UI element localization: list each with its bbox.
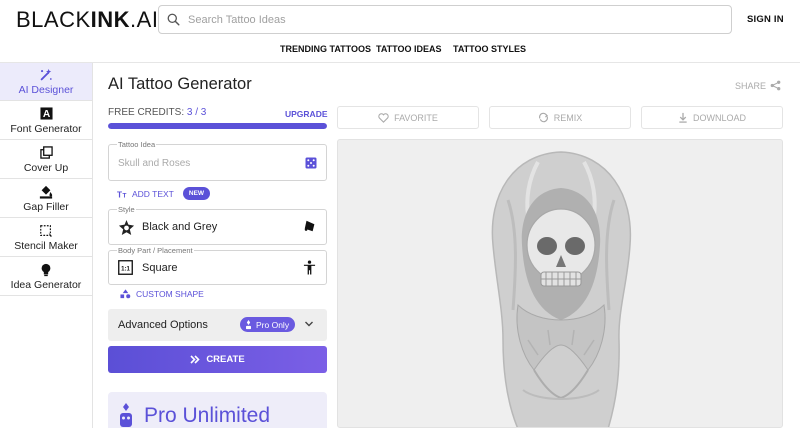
- nav-trending-tattoos[interactable]: TRENDING TATTOOS: [280, 44, 371, 54]
- page-title: AI Tattoo Generator: [108, 75, 252, 93]
- logo-part-black: BLACK: [16, 7, 91, 32]
- top-nav: TRENDING TATTOOS TATTOO IDEAS TATTOO STY…: [0, 44, 800, 56]
- sidebar-item-label: AI Designer: [18, 84, 74, 96]
- shapes-icon: [120, 289, 131, 299]
- placement-value: Square: [142, 262, 178, 274]
- create-label: CREATE: [206, 354, 245, 365]
- sidebar-item-label: Font Generator: [10, 123, 82, 135]
- pro-only-label: Pro Only: [256, 319, 290, 330]
- sidebar-item-cover-up[interactable]: Cover Up: [0, 141, 92, 179]
- sidebar-item-idea-generator[interactable]: Idea Generator: [0, 258, 92, 296]
- skull-hood-tattoo-illustration: [491, 151, 632, 427]
- custom-shape-button[interactable]: CUSTOM SHAPE: [120, 289, 204, 299]
- pro-unlimited-title: Pro Unlimited: [144, 404, 271, 427]
- magic-wand-icon: [0, 68, 92, 82]
- search-bar[interactable]: [158, 5, 732, 34]
- body-icon: [303, 260, 316, 275]
- brand-logo[interactable]: BLACKINK.AI: [16, 7, 158, 33]
- favorite-button[interactable]: FAVORITE: [337, 106, 479, 129]
- favorite-label: FAVORITE: [394, 112, 438, 123]
- logo-part-ink: INK: [90, 7, 131, 32]
- svg-text:T: T: [123, 192, 127, 198]
- placement-label: Body Part / Placement: [117, 246, 194, 255]
- credits-progress-fill: [108, 123, 327, 129]
- share-label: SHARE: [735, 80, 767, 91]
- download-button[interactable]: DOWNLOAD: [641, 106, 783, 129]
- paint-bucket-icon: [0, 185, 92, 199]
- svg-text:T: T: [117, 190, 122, 198]
- advanced-options-label: Advanced Options: [118, 319, 208, 331]
- style-label: Style: [117, 205, 136, 214]
- svg-text:A: A: [42, 109, 50, 120]
- crown-icon: [246, 319, 251, 329]
- create-button[interactable]: CREATE: [108, 346, 327, 373]
- sidebar-item-label: Gap Filler: [23, 201, 69, 213]
- lightbulb-icon: [0, 263, 92, 277]
- remix-icon: [538, 112, 548, 123]
- generated-image-canvas: [337, 139, 783, 428]
- search-input[interactable]: [188, 13, 688, 26]
- add-text-button[interactable]: TT ADD TEXT NEW: [117, 187, 211, 200]
- placement-selector[interactable]: Body Part / Placement 1:1 Square: [108, 246, 327, 285]
- remix-label: REMIX: [553, 112, 583, 123]
- pro-crown-icon: [120, 403, 132, 427]
- credits-value: 3 / 3: [186, 107, 207, 118]
- cover-up-icon: [0, 146, 92, 160]
- chevron-down-icon: [305, 321, 313, 327]
- tattoo-idea-input[interactable]: Skull and Roses: [118, 158, 190, 169]
- add-text-label: ADD TEXT: [132, 188, 174, 199]
- ink-icon: [304, 220, 315, 232]
- nav-tattoo-styles[interactable]: TATTOO STYLES: [453, 44, 526, 54]
- ratio-icon: 1:1: [118, 260, 133, 275]
- credits-progress-bar: [108, 123, 327, 129]
- custom-shape-label: CUSTOM SHAPE: [136, 289, 204, 299]
- sidebar-item-stencil-maker[interactable]: Stencil Maker: [0, 219, 92, 257]
- free-credits: FREE CREDITS: 3 / 3: [108, 107, 206, 118]
- tattoo-idea-label: Tattoo Idea: [117, 140, 157, 149]
- style-value: Black and Grey: [142, 221, 218, 233]
- download-label: DOWNLOAD: [692, 112, 746, 123]
- sidebar-item-label: Cover Up: [23, 162, 69, 174]
- letter-a-icon: A: [0, 107, 92, 121]
- sidebar-item-font-generator[interactable]: A Font Generator: [0, 102, 92, 140]
- header-divider: [0, 62, 800, 63]
- pro-unlimited-promo[interactable]: Pro Unlimited: [108, 392, 327, 428]
- style-selector[interactable]: Style Black and Grey: [108, 205, 327, 245]
- logo-part-ai: .AI: [130, 7, 159, 32]
- tattoo-idea-field[interactable]: Tattoo Idea Skull and Roses: [108, 140, 327, 181]
- svg-text:1:1: 1:1: [121, 265, 130, 272]
- text-icon: TT: [117, 190, 127, 198]
- remix-button[interactable]: REMIX: [489, 106, 631, 129]
- double-chevron-right-icon: [190, 355, 200, 364]
- new-badge: NEW: [182, 187, 211, 200]
- sidebar-item-gap-filler[interactable]: Gap Filler: [0, 180, 92, 218]
- stencil-icon: [0, 224, 92, 238]
- sidebar-item-ai-designer[interactable]: AI Designer: [0, 63, 92, 101]
- pro-only-badge: Pro Only: [240, 317, 296, 332]
- sign-in-link[interactable]: SIGN IN: [747, 14, 784, 25]
- share-icon: [770, 80, 781, 91]
- advanced-options-toggle[interactable]: Advanced Options Pro Only: [108, 309, 327, 341]
- share-button[interactable]: SHARE: [735, 80, 781, 91]
- search-icon: [167, 13, 180, 26]
- heart-icon: [378, 112, 389, 123]
- sidebar: AI Designer A Font Generator Cover Up Ga…: [0, 63, 93, 428]
- credits-label: FREE CREDITS:: [108, 107, 185, 118]
- upgrade-link[interactable]: UPGRADE: [285, 109, 328, 119]
- sidebar-item-label: Idea Generator: [10, 279, 82, 291]
- sidebar-item-label: Stencil Maker: [14, 240, 78, 252]
- dice-icon[interactable]: [305, 157, 317, 169]
- download-icon: [679, 112, 687, 123]
- style-thumbnail-icon: [118, 219, 135, 236]
- top-header: BLACKINK.AI SIGN IN TRENDING TATTOOS TAT…: [0, 0, 800, 62]
- nav-tattoo-ideas[interactable]: TATTOO IDEAS: [376, 44, 442, 54]
